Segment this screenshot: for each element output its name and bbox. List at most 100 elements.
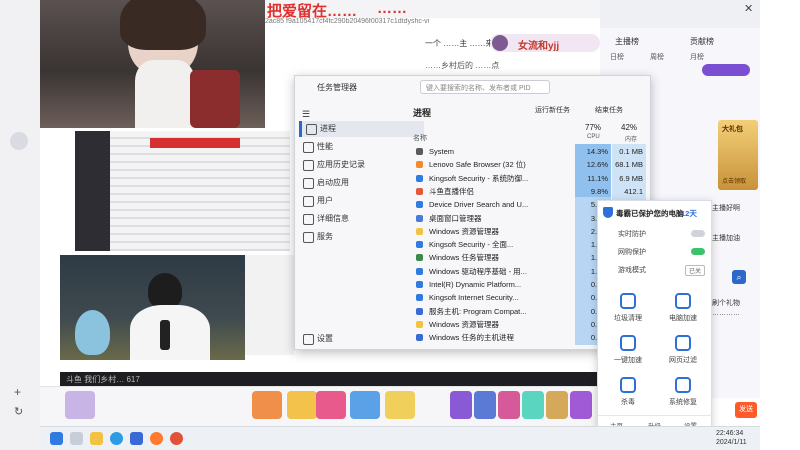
reload-icon[interactable]: ↻ [14,405,23,418]
nav-performance[interactable]: 性能 [299,139,421,155]
search-icon[interactable]: ⌕ [732,270,746,284]
send-button[interactable]: 发送 [735,402,757,418]
gift-2[interactable] [287,391,317,419]
nav-users[interactable]: 用户 [299,193,421,209]
badge-title: 大礼包 [722,126,743,133]
streamer-avatar [492,35,508,51]
hexagon-icon [620,377,636,393]
chat-subtab-1[interactable]: 周榜 [650,52,664,62]
badge-pill[interactable] [702,64,750,76]
gift-10[interactable] [546,391,568,419]
security-panel: 毒霸已保护您的电脑 12天 实时防护 网购保护 游戏模式 已关 垃圾清理 电脑加… [597,200,713,430]
badge-sub: 点击领取 [722,179,747,185]
sec-row-label: 游戏模式 [618,267,646,274]
col-name[interactable]: 名称 [413,133,427,143]
store-icon[interactable] [130,432,143,445]
tm-search-input[interactable]: 键入要搜索的名称、发布者或 PID [420,80,550,94]
history-icon [303,160,314,171]
nav-services[interactable]: 服务 [299,229,421,245]
nav-processes[interactable]: 进程 [299,121,424,137]
cpu-pct[interactable]: 77% [585,123,601,132]
process-icon [416,214,423,222]
tile-boost[interactable]: 一键加速 [603,333,653,373]
streamer-name: 女流和yjj [518,41,560,52]
gift-5[interactable] [385,391,415,419]
gift-6[interactable] [450,391,472,419]
chat-subtab-0[interactable]: 日榜 [610,52,624,62]
close-icon[interactable]: ✕ [744,2,753,15]
sec-row-2: 游戏模式 已关 [598,262,713,278]
users-icon [303,196,314,207]
tile-repair[interactable]: 系统修复 [658,375,708,415]
chat-message-0: 主播好啊 [712,205,740,212]
mode-button[interactable]: 已关 [684,265,705,276]
gift-3[interactable] [316,391,346,419]
tile-filter[interactable]: 网页过滤 [658,333,708,373]
process-name: Windows 任务的主机进程 [429,333,515,343]
chat-message-1: 主播加油 [712,235,740,242]
screen-banner [150,138,240,148]
tm-title: 任务管理器 [317,83,357,92]
tile-antivirus[interactable]: 杀毒 [603,375,653,415]
mem-pct[interactable]: 42% [621,123,637,132]
col-mem[interactable]: 内存 [625,134,637,143]
tile-label: 网页过滤 [669,357,697,364]
taskbar-date[interactable]: 2024/1/11 [716,439,747,446]
security-title: 毒霸已保护您的电脑 [616,209,684,218]
edge-icon[interactable] [110,432,123,445]
performance-icon [303,142,314,153]
process-icon [416,267,423,275]
gift-4[interactable] [350,391,380,419]
gear-icon [303,334,314,345]
windows-start-icon[interactable] [50,432,63,445]
toggle-on[interactable] [691,248,705,255]
badge-card[interactable]: 大礼包 点击领取 [718,120,758,190]
process-icon [416,334,423,342]
explorer-icon[interactable] [90,432,103,445]
tile-clean[interactable]: 垃圾清理 [603,291,653,331]
taskbar-time[interactable]: 22:46:34 [716,430,743,437]
services-icon [303,232,314,243]
url-text: 2ac85 f9a105417cf4fc290b20496f00317c1dtd… [265,18,430,25]
nav-label: 性能 [317,142,333,151]
search-taskbar-icon[interactable] [70,432,83,445]
toggle-off[interactable] [691,230,705,237]
taskbar: 22:46:34 2024/1/11 [40,426,760,450]
douyu-icon[interactable] [150,432,163,445]
nav-details[interactable]: 详细信息 [299,211,421,227]
microphone [160,320,170,350]
chat-tab-1[interactable]: 贡献榜 [690,36,714,47]
tile-speed[interactable]: 电脑加速 [658,291,708,331]
webcam-top [40,0,265,128]
shield-icon [603,207,613,218]
gift-8[interactable] [498,391,520,419]
process-icon [416,227,423,235]
chat-subtab-2[interactable]: 月榜 [690,52,704,62]
nav-settings[interactable]: 设置 [299,331,421,347]
run-task-button[interactable]: 运行新任务 [535,105,570,115]
gift-7[interactable] [474,391,496,419]
end-task-button[interactable]: 结束任务 [595,105,623,115]
screen-webpage [110,131,290,251]
nav-app-history[interactable]: 应用历史记录 [299,157,421,173]
col-cpu[interactable]: CPU [587,134,600,140]
gift-1[interactable] [252,391,282,419]
process-icon [416,241,423,249]
avatar-icon[interactable] [10,132,28,150]
bolt-icon [675,335,691,351]
nav-label: 用户 [317,196,333,205]
processes-icon [306,124,317,135]
nav-startup[interactable]: 启动应用 [299,175,421,191]
streamer-hair [120,0,206,50]
webcam-bottom-right [245,255,294,355]
process-icon [416,307,423,315]
add-icon[interactable]: + [14,385,21,399]
chat-message-3: ………… [712,310,740,317]
gift-0[interactable] [65,391,95,419]
gift-9[interactable] [522,391,544,419]
process-icon [416,320,423,328]
browser-icon[interactable] [170,432,183,445]
webcam-bottom [60,255,245,360]
chat-tab-0[interactable]: 主播榜 [615,36,639,47]
gift-11[interactable] [570,391,592,419]
